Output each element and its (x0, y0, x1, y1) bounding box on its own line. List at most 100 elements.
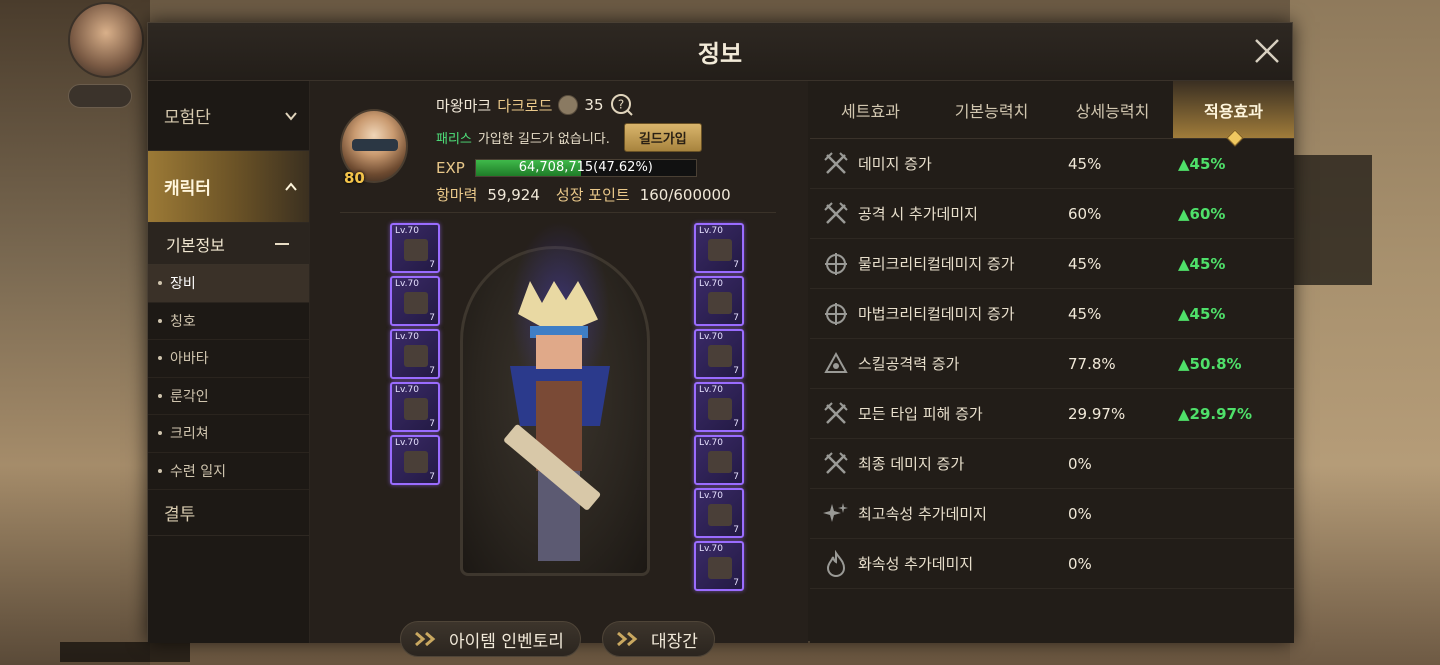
help-icon[interactable]: ? (610, 93, 634, 117)
slot-level-tag: Lv.70 (699, 544, 723, 554)
slot-count-tag: 7 (733, 313, 739, 323)
guild-status: 가입한 길드가 없습니다. (477, 132, 610, 147)
effect-name: 최고속성 추가데미지 (858, 505, 987, 523)
bullet-icon (158, 393, 162, 398)
equipment-slot-left-1[interactable]: Lv.70 7 (390, 223, 440, 273)
slot-count-tag: 7 (429, 313, 435, 323)
forge-button[interactable]: 대장간 (602, 621, 715, 657)
tab-basic-stats[interactable]: 기본능력치 (931, 81, 1052, 138)
sparkle-icon (823, 502, 848, 522)
armor-icon (404, 292, 428, 314)
effect-value: 0% (1068, 454, 1092, 473)
slot-count-tag: 7 (733, 419, 739, 429)
forge-button-label: 대장간 (651, 631, 698, 652)
bracelet-icon (708, 398, 732, 420)
double-chevron-right-icon (617, 631, 638, 647)
equipment-slot-right-5[interactable]: Lv.70 7 (694, 435, 744, 485)
sidebar-item-rune[interactable]: 룬각인 (148, 378, 309, 415)
portrait-visor (352, 139, 398, 151)
effect-value: 45% (1068, 154, 1102, 173)
slot-level-tag: Lv.70 (395, 385, 419, 395)
character-name: 마왕마크 (436, 96, 492, 115)
equipment-slot-right-1[interactable]: Lv.70 7 (694, 223, 744, 273)
equipment-slot-left-2[interactable]: Lv.70 7 (390, 276, 440, 326)
item-inventory-button[interactable]: 아이템 인벤토리 (400, 621, 581, 657)
sidebar-category-label: 캐릭터 (164, 179, 211, 199)
effect-value: 45% (1068, 254, 1102, 273)
sidebar-item-label: 장비 (170, 276, 196, 293)
skill-icon (824, 351, 848, 373)
equipment-slot-right-6[interactable]: Lv.70 7 (694, 488, 744, 538)
slot-count-tag: 7 (733, 578, 739, 588)
sidebar-item-creature[interactable]: 크리쳐 (148, 415, 309, 453)
effect-value: 77.8% (1068, 354, 1116, 373)
tab-set-effects[interactable]: 세트효과 (810, 81, 931, 138)
effect-row: 화속성 추가데미지 0% (810, 539, 1294, 589)
swords-icon (824, 201, 848, 224)
equipment-slot-left-4[interactable]: Lv.70 7 (390, 382, 440, 432)
character-pane: 80 마왕마크 다크로드 35 ? 패리스 가입한 길드가 없습니다. 길드가입… (310, 81, 808, 657)
close-button[interactable] (1252, 36, 1282, 66)
chevron-down-icon (285, 111, 297, 121)
slot-level-tag: Lv.70 (699, 491, 723, 501)
slot-count-tag: 7 (733, 260, 739, 270)
gem-icon (708, 451, 732, 473)
title-bar: 정보 (148, 23, 1292, 81)
join-guild-button[interactable]: 길드가입 (623, 123, 702, 152)
sidebar-item-title[interactable]: 칭호 (148, 303, 309, 340)
sidebar-item-equipment[interactable]: 장비 (148, 265, 309, 303)
slot-level-tag: Lv.70 (395, 438, 419, 448)
armor-icon (404, 345, 428, 367)
exp-text: 64,708,715(47.62%) (518, 160, 653, 175)
equipment-slot-right-4[interactable]: Lv.70 7 (694, 382, 744, 432)
slot-count-tag: 7 (429, 260, 435, 270)
level-face-icon (558, 95, 579, 115)
equipment-slot-left-5[interactable]: Lv.70 7 (390, 435, 440, 485)
effect-row: 데미지 증가 45% ▲45% (810, 139, 1294, 189)
sidebar-category-adventure[interactable]: 모험단 (148, 81, 309, 151)
bullet-icon (158, 281, 162, 286)
portrait-level: 80 (344, 169, 365, 187)
divider (340, 212, 776, 213)
double-chevron-right-icon (415, 631, 436, 647)
character-sprite (500, 271, 620, 571)
sidebar-category-label: 결투 (164, 505, 196, 525)
sidebar-item-label: 칭호 (170, 313, 196, 330)
slot-count-tag: 7 (429, 366, 435, 376)
slot-count-tag: 7 (429, 419, 435, 429)
equipment-slot-right-3[interactable]: Lv.70 7 (694, 329, 744, 379)
slot-level-tag: Lv.70 (699, 438, 723, 448)
effect-value: 0% (1068, 504, 1092, 523)
effect-row: 스킬공격력 증가 77.8% ▲50.8% (810, 339, 1294, 389)
slot-level-tag: Lv.70 (699, 279, 723, 289)
tab-bar: 세트효과 기본능력치 상세능력치 적용효과 (810, 81, 1294, 139)
sidebar-category-character[interactable]: 캐릭터 (148, 151, 309, 223)
equipment-slot-left-3[interactable]: Lv.70 7 (390, 329, 440, 379)
exp-label: EXP (436, 159, 465, 177)
armor-icon (404, 451, 428, 473)
svg-text:?: ? (617, 98, 623, 112)
equipment-slot-right-7[interactable]: Lv.70 7 (694, 541, 744, 591)
sidebar-category-label: 모험단 (164, 108, 211, 128)
effect-name: 모든 타입 피해 증가 (858, 405, 983, 423)
sidebar-item-label: 룬각인 (170, 388, 209, 405)
stat-row: 항마력 59,924 성장 포인트 160/600000 (436, 184, 737, 205)
guild-row: 패리스 가입한 길드가 없습니다. 길드가입 (436, 123, 702, 152)
effect-row: 최종 데미지 증가 0% (810, 439, 1294, 489)
sidebar-item-training-log[interactable]: 수련 일지 (148, 453, 309, 490)
effect-row: 최고속성 추가데미지 0% (810, 489, 1294, 539)
earring-icon (708, 557, 732, 579)
effect-row: 물리크리티컬데미지 증가 45% ▲45% (810, 239, 1294, 289)
sidebar-category-duel[interactable]: 결투 (148, 490, 309, 536)
close-icon (1255, 39, 1279, 63)
sidebar-item-label: 수련 일지 (170, 463, 226, 480)
crosshair-icon (825, 252, 847, 275)
sidebar-sub-basic-info[interactable]: 기본정보 (148, 223, 309, 265)
tab-applied-effects[interactable]: 적용효과 (1173, 81, 1294, 138)
tab-detailed-stats[interactable]: 상세능력치 (1052, 81, 1173, 138)
effect-delta: ▲50.8% (1178, 354, 1242, 373)
equipment-slot-right-2[interactable]: Lv.70 7 (694, 276, 744, 326)
sidebar-item-avatar[interactable]: 아바타 (148, 340, 309, 378)
slot-level-tag: Lv.70 (395, 279, 419, 289)
effect-row: 모든 타입 피해 증가 29.97% ▲29.97% (810, 389, 1294, 439)
